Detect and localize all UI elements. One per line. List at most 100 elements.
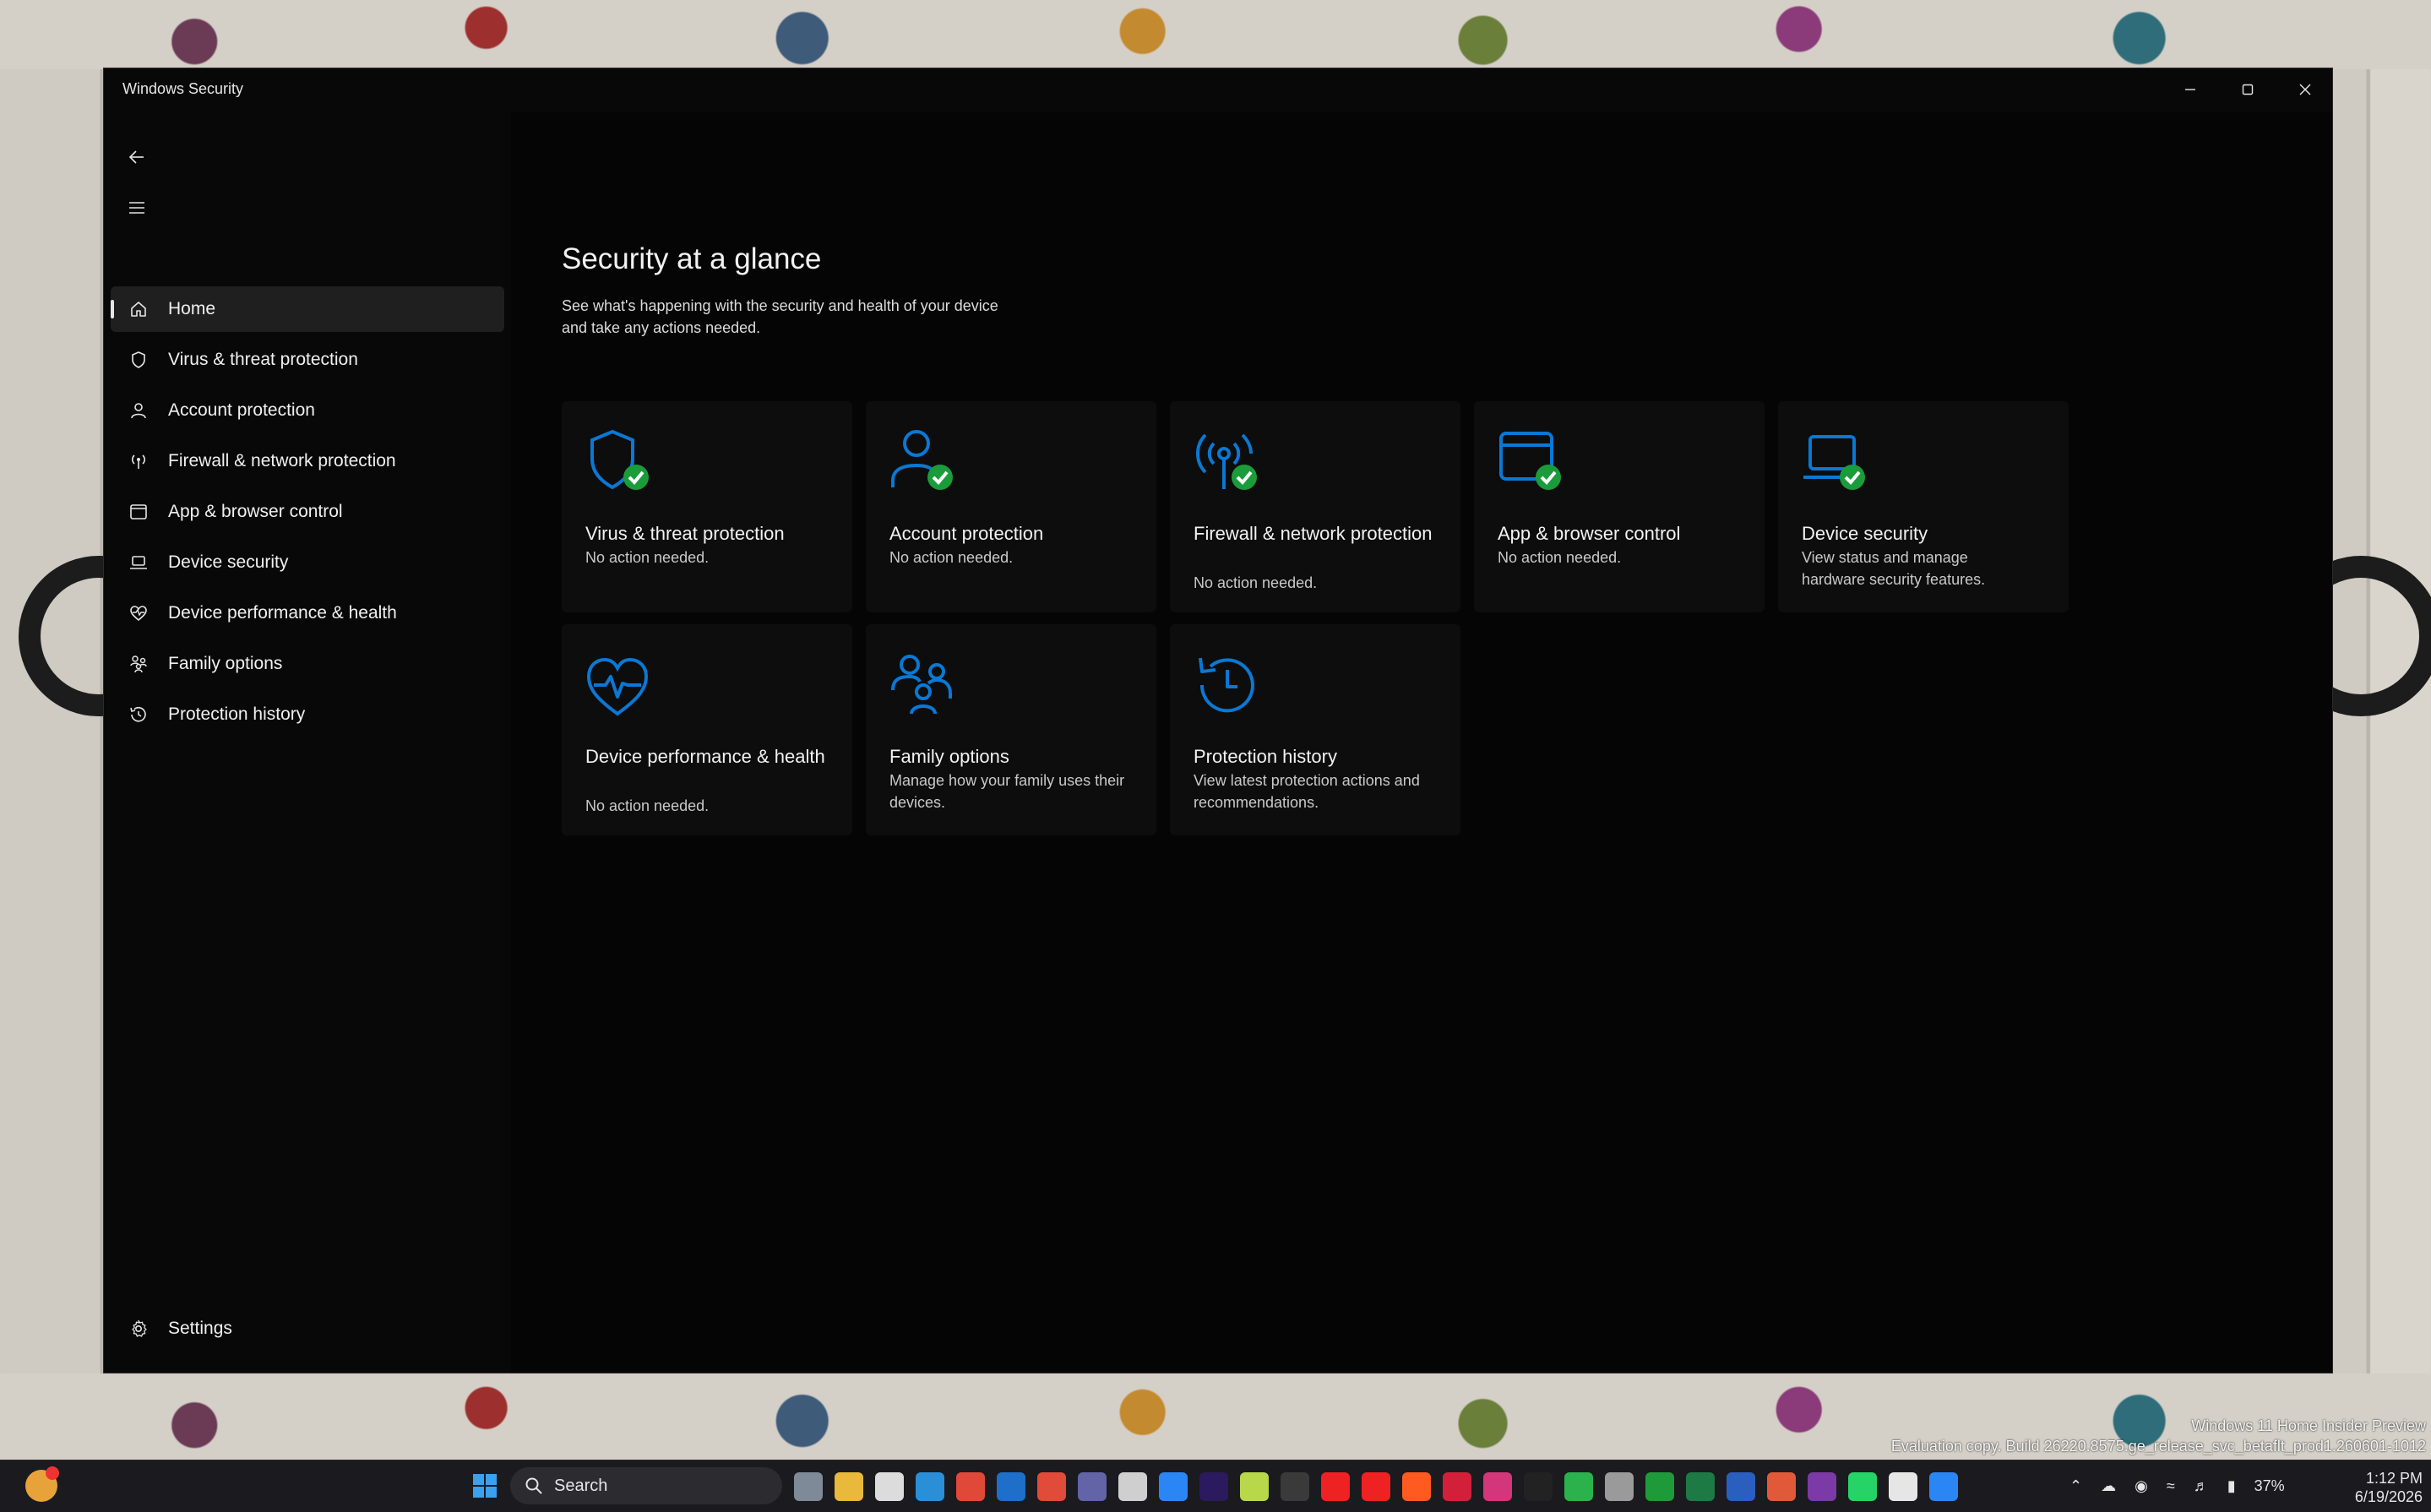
history-icon	[1199, 657, 1254, 713]
notes-icon[interactable]	[1889, 1472, 1917, 1501]
threads-icon[interactable]	[1524, 1472, 1553, 1501]
premiere-icon[interactable]	[1199, 1472, 1228, 1501]
taskbar: Search ⌃ ☁ ◉ ≈ ♬ ▮ 37% 1:12 PM 6/19/2026	[0, 1460, 2431, 1512]
tile-status: No action needed.	[1498, 549, 1622, 566]
pinterest-icon[interactable]	[1443, 1472, 1471, 1501]
antenna-check-icon	[1196, 433, 1257, 490]
task-view-icon[interactable]	[794, 1472, 823, 1501]
reddit-icon[interactable]	[1402, 1472, 1431, 1501]
store-icon[interactable]	[875, 1472, 904, 1501]
nav-item-label: Home	[168, 299, 216, 318]
back-arrow-icon	[128, 150, 144, 164]
tile-title: Device security	[1802, 523, 1928, 544]
minimize-icon	[2185, 89, 2195, 90]
nav-item-family-options[interactable]: Family options	[111, 641, 504, 687]
gmail-icon[interactable]	[1037, 1472, 1066, 1501]
tile-status: View status and manage hardware security…	[1802, 549, 1986, 588]
tile-status: No action needed.	[1194, 574, 1318, 591]
wifi-icon[interactable]: ≈	[2167, 1477, 2175, 1495]
bluesky-icon[interactable]	[1159, 1472, 1188, 1501]
watermark-line-2: Evaluation copy. Build 26220.8575.ge_rel…	[1890, 1438, 2426, 1455]
history-icon	[128, 704, 150, 726]
window-title: Windows Security	[122, 80, 244, 97]
tile-app-browser-control[interactable]: App & browser control No action needed.	[1474, 401, 1765, 612]
nav-item-protection-history[interactable]: Protection history	[111, 692, 504, 737]
teams-icon[interactable]	[1078, 1472, 1107, 1501]
network-status-icon[interactable]: ◉	[2135, 1477, 2148, 1495]
title-bar: Windows Security	[104, 68, 2332, 112]
page-title: Security at a glance	[562, 242, 822, 275]
web-icon[interactable]	[1118, 1472, 1147, 1501]
tile-device-performance-health[interactable]: Device performance & health No action ne…	[562, 624, 852, 835]
word-icon[interactable]	[1727, 1472, 1755, 1501]
heart-pulse-icon	[128, 602, 150, 624]
home-icon	[128, 298, 150, 320]
outlook-icon[interactable]	[997, 1472, 1025, 1501]
tile-status: View latest protection actions and recom…	[1194, 772, 1420, 811]
tile-virus-threat-protection[interactable]: Virus & threat protection No action need…	[562, 401, 852, 612]
maximize-icon	[2242, 84, 2254, 95]
heart-pulse-icon	[586, 657, 649, 716]
shield-check-icon	[590, 429, 649, 490]
family-icon	[128, 653, 150, 675]
laptop-check-icon	[1803, 435, 1865, 490]
youtube-icon[interactable]	[1321, 1472, 1350, 1501]
nav-item-settings[interactable]: Settings	[111, 1306, 504, 1352]
app-icon[interactable]	[1767, 1472, 1796, 1501]
tile-firewall-network-protection[interactable]: Firewall & network protection No action …	[1170, 401, 1460, 612]
chatgpt-icon[interactable]	[1281, 1472, 1309, 1501]
tile-family-options[interactable]: Family options Manage how your family us…	[866, 624, 1156, 835]
onenote-icon[interactable]	[1808, 1472, 1836, 1501]
feedly-icon[interactable]	[1564, 1472, 1593, 1501]
nav-item-home[interactable]: Home	[111, 286, 504, 332]
nav-item-device-security[interactable]: Device security	[111, 540, 504, 585]
battery-icon[interactable]: ▮	[2227, 1477, 2236, 1495]
windows-security-taskbar-icon[interactable]	[1929, 1472, 1958, 1501]
minimize-button[interactable]	[2162, 68, 2219, 111]
close-button[interactable]	[2276, 68, 2334, 111]
menu-button[interactable]	[116, 188, 158, 227]
cloud-icon[interactable]: ☁	[2101, 1477, 2116, 1495]
nav-item-firewall-network-protection[interactable]: Firewall & network protection	[111, 438, 504, 484]
search-icon	[525, 1477, 542, 1494]
nav-item-label: Virus & threat protection	[168, 350, 358, 369]
chevron-up-icon[interactable]: ⌃	[2069, 1477, 2082, 1495]
nav-item-label: Account protection	[168, 400, 315, 420]
tile-title: App & browser control	[1498, 523, 1681, 544]
excel-icon[interactable]	[1686, 1472, 1715, 1501]
youtube-music-icon[interactable]	[1362, 1472, 1390, 1501]
edge-icon[interactable]	[916, 1472, 944, 1501]
taskbar-clock[interactable]: 1:12 PM 6/19/2026	[2331, 1469, 2423, 1506]
taskbar-search-box[interactable]: Search	[510, 1467, 782, 1504]
maximize-button[interactable]	[2219, 68, 2276, 111]
clock-date: 6/19/2026	[2354, 1488, 2423, 1505]
instagram-icon[interactable]	[1483, 1472, 1512, 1501]
tile-account-protection[interactable]: Account protection No action needed.	[866, 401, 1156, 612]
volume-icon[interactable]: ♬	[2194, 1477, 2209, 1495]
xbox-icon[interactable]	[1645, 1472, 1674, 1501]
navigation-sidebar: Home Virus & threat protection Account p…	[104, 112, 508, 1373]
notepad-icon[interactable]	[1240, 1472, 1269, 1501]
nav-item-app-browser-control[interactable]: App & browser control	[111, 489, 504, 535]
tile-title: Account protection	[889, 523, 1044, 544]
nav-item-label: Device performance & health	[168, 603, 397, 623]
hamburger-icon	[129, 202, 144, 214]
nav-item-virus-threat-protection[interactable]: Virus & threat protection	[111, 337, 504, 383]
back-button[interactable]	[116, 138, 158, 177]
tile-device-security[interactable]: Device security View status and manage h…	[1778, 401, 2069, 612]
start-button[interactable]	[471, 1472, 498, 1499]
person-check-icon	[891, 430, 953, 490]
clock-time: 1:12 PM	[2365, 1470, 2423, 1487]
nav-item-account-protection[interactable]: Account protection	[111, 388, 504, 433]
chrome-icon[interactable]	[956, 1472, 985, 1501]
nav-item-device-performance-health[interactable]: Device performance & health	[111, 590, 504, 636]
nav-item-label: App & browser control	[168, 502, 343, 521]
whatsapp-icon[interactable]	[1848, 1472, 1877, 1501]
tile-protection-history[interactable]: Protection history View latest protectio…	[1170, 624, 1460, 835]
windows-security-window: Windows Security Home Virus & threat pro…	[103, 68, 2333, 1373]
library-icon[interactable]	[1605, 1472, 1634, 1501]
file-explorer-icon[interactable]	[835, 1472, 863, 1501]
tile-title: Virus & threat protection	[585, 523, 785, 544]
tile-title: Device performance & health	[585, 746, 825, 767]
person-icon	[128, 400, 150, 422]
